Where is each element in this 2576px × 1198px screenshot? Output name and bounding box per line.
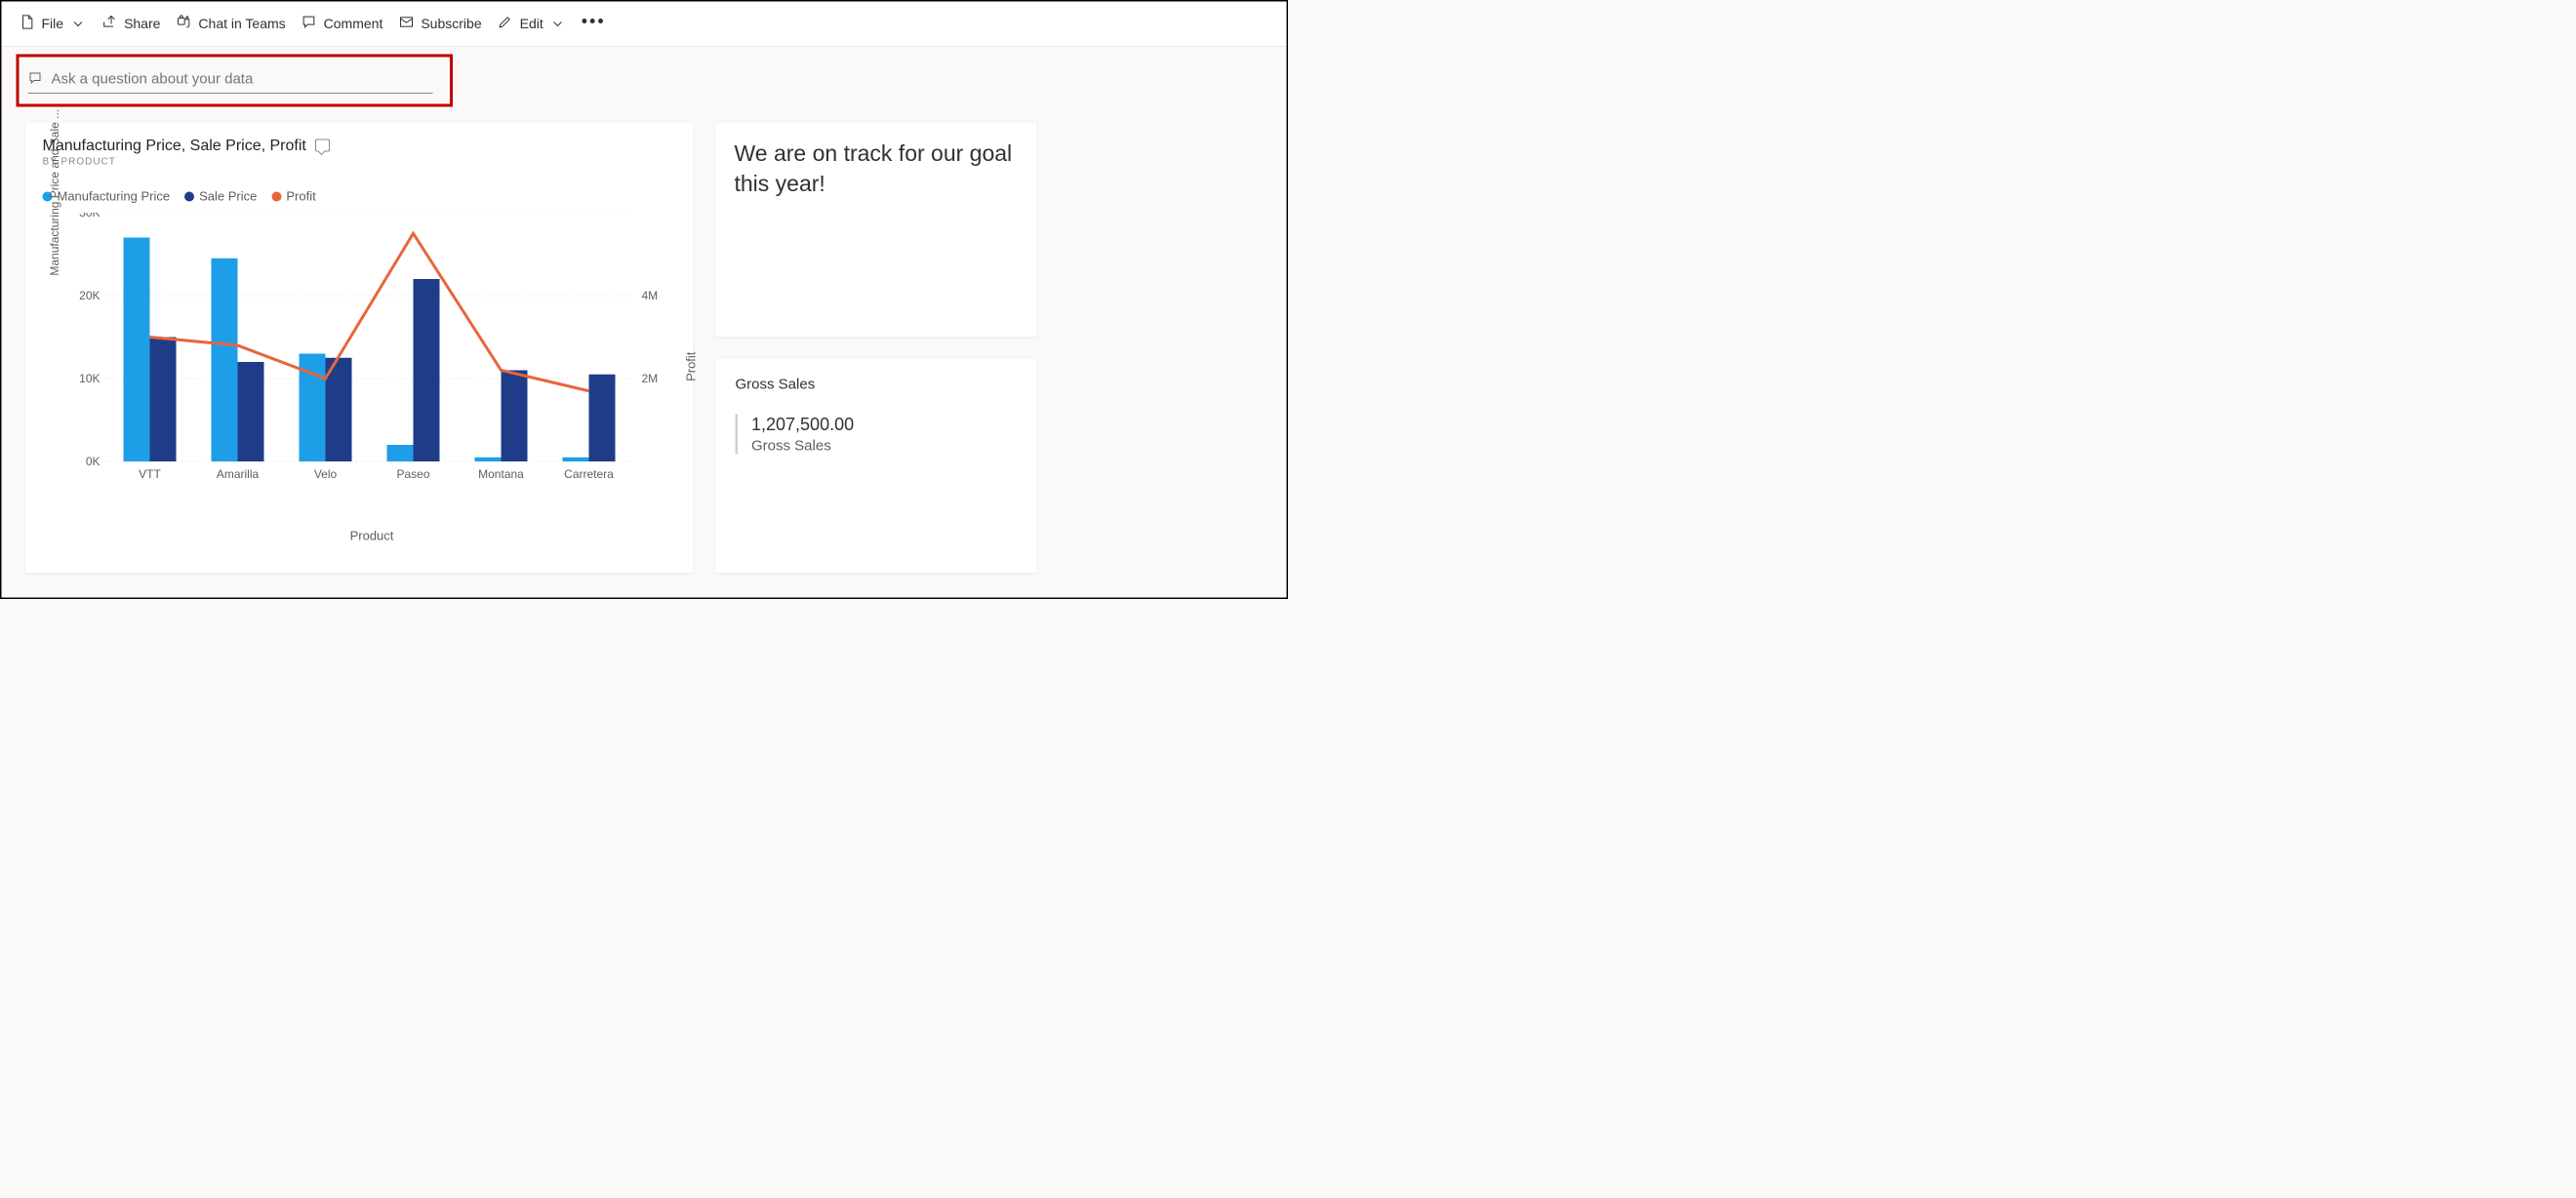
qna-input-wrapper[interactable]	[28, 67, 433, 94]
share-icon	[101, 15, 117, 34]
subscribe-label: Subscribe	[421, 16, 481, 31]
share-button[interactable]: Share	[101, 15, 160, 34]
svg-text:Montana: Montana	[478, 467, 524, 481]
metric-title: Gross Sales	[736, 377, 1017, 393]
combo-chart: 0K 10K 20K 30K 2M 4M VTT Amarilla Velo Paseo Monta…	[72, 213, 672, 525]
legend-swatch-profit	[271, 191, 281, 201]
svg-text:4M: 4M	[642, 289, 659, 302]
file-label: File	[42, 16, 64, 31]
legend-label: Sale Price	[199, 189, 257, 205]
svg-text:Carretera: Carretera	[564, 467, 614, 481]
mail-icon	[398, 15, 414, 34]
svg-text:30K: 30K	[79, 213, 100, 220]
svg-text:10K: 10K	[79, 372, 100, 385]
chart-plot-area: 0K 10K 20K 30K 2M 4M VTT Amarilla Velo Paseo Monta…	[72, 213, 672, 505]
svg-text:20K: 20K	[79, 289, 100, 302]
qna-highlight-box	[17, 55, 454, 107]
legend-item: Sale Price	[184, 189, 257, 205]
metric-value: 1,207,500.00	[751, 415, 1017, 435]
svg-text:2M: 2M	[642, 372, 659, 385]
text-tile-body: We are on track for our goal this year!	[735, 139, 1018, 199]
chat-in-teams-label: Chat in Teams	[198, 16, 285, 31]
legend-label: Manufacturing Price	[58, 189, 171, 205]
file-menu[interactable]: File	[20, 15, 87, 34]
chat-in-teams-button[interactable]: Chat in Teams	[176, 15, 285, 34]
legend-item: Profit	[271, 189, 315, 205]
svg-text:Velo: Velo	[314, 467, 338, 481]
text-tile[interactable]: We are on track for our goal this year!	[715, 123, 1037, 338]
edit-menu[interactable]: Edit	[498, 15, 566, 34]
comment-icon	[302, 15, 317, 34]
metric-tile[interactable]: Gross Sales 1,207,500.00 Gross Sales	[715, 359, 1037, 574]
svg-text:Paseo: Paseo	[396, 467, 429, 481]
share-label: Share	[124, 16, 160, 31]
subscribe-button[interactable]: Subscribe	[398, 15, 481, 34]
chart-tile[interactable]: Manufacturing Price, Sale Price, Profit …	[25, 123, 694, 574]
y-axis-left-label: Manufacturing Price and Sale ...	[49, 109, 62, 276]
legend-label: Profit	[286, 189, 315, 205]
comment-label: Comment	[324, 16, 383, 31]
comment-icon	[28, 70, 43, 88]
file-icon	[20, 15, 35, 34]
chevron-down-icon	[550, 16, 566, 31]
y-axis-right-label: Profit	[684, 352, 700, 381]
x-axis-label: Product	[350, 529, 394, 544]
more-options-button[interactable]: •••	[582, 20, 606, 26]
qna-input[interactable]	[51, 70, 433, 88]
teams-icon	[176, 15, 191, 34]
tile-comment-icon[interactable]	[315, 139, 330, 151]
metric-label: Gross Sales	[751, 438, 1017, 455]
chevron-down-icon	[70, 16, 86, 31]
svg-text:Amarilla: Amarilla	[217, 467, 260, 481]
chart-title: Manufacturing Price, Sale Price, Profit	[43, 137, 306, 155]
chart-subtitle: BY PRODUCT	[43, 156, 676, 168]
chart-legend: Manufacturing Price Sale Price Profit	[43, 189, 676, 205]
svg-text:VTT: VTT	[139, 467, 161, 481]
legend-swatch-sale	[184, 191, 194, 201]
svg-text:0K: 0K	[86, 455, 101, 468]
edit-label: Edit	[520, 16, 543, 31]
pencil-icon	[498, 15, 513, 34]
comment-button[interactable]: Comment	[302, 15, 383, 34]
command-bar: File Share Chat in Teams Comment Subscri…	[2, 2, 1287, 47]
